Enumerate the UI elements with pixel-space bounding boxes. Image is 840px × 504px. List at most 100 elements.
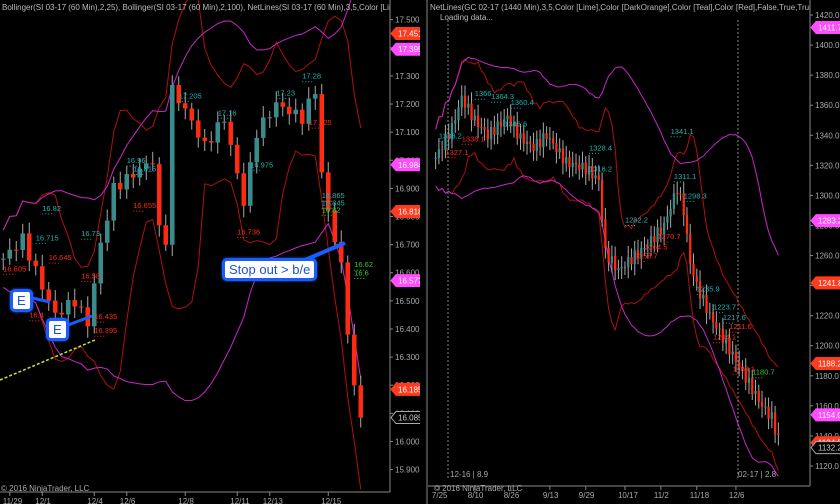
price-marker-label: 1241.8	[818, 279, 840, 288]
netline-level-label: 17.16	[218, 108, 237, 117]
left-copyright: © 2016 NinjaTrader, LLC	[1, 484, 90, 493]
candle-body	[538, 139, 542, 147]
candle-body	[437, 149, 441, 158]
netline-level-label: 1282.2	[625, 215, 648, 224]
netline-level-label: 1338.2	[439, 131, 462, 140]
candle-body	[767, 406, 770, 419]
candle-body	[734, 351, 738, 362]
candle-body	[685, 215, 689, 234]
price-tick-label: 16.000	[395, 437, 420, 446]
price-marker-label: 16.572	[398, 277, 420, 286]
candle-body	[111, 182, 117, 221]
candle-body	[614, 256, 617, 271]
candle-body	[529, 141, 532, 144]
candle-body	[476, 115, 480, 127]
netline-level-label: 1258.7	[635, 252, 658, 261]
candle-body	[558, 148, 561, 153]
netline-level-label: 1217.6	[723, 313, 746, 322]
candle-body	[267, 117, 273, 119]
candle-body	[202, 137, 208, 142]
price-tick-label: 1180.0	[815, 372, 839, 381]
candle-body	[692, 263, 695, 277]
candle-body	[254, 137, 260, 163]
candle-body	[496, 121, 499, 135]
price-tick-label: 1400.0	[815, 41, 840, 50]
candle-body	[486, 129, 490, 140]
time-tick-label: 9/29	[579, 491, 595, 500]
candle-body	[760, 401, 764, 407]
candle-body	[59, 312, 65, 315]
price-marker-label: 16.984	[398, 161, 420, 170]
price-marker-label: 17.451	[398, 29, 420, 38]
stop-out-callout: Stop out > b/e	[222, 258, 318, 281]
netline-level-label: 17.23	[276, 89, 295, 98]
price-marker-label: 17.395	[398, 45, 420, 54]
candle-body	[293, 109, 299, 115]
netline-level-label: 1264.5	[645, 243, 668, 252]
candle-body	[711, 312, 715, 323]
price-marker-label: 1411.7	[818, 24, 840, 33]
netline-level-label: 16.655	[133, 201, 156, 210]
netline-level-label: 1341.1	[671, 127, 694, 136]
candle-body	[705, 294, 708, 314]
time-tick-label: 12/6	[729, 491, 745, 500]
price-tick-label: 17.300	[395, 72, 420, 81]
candle-body	[241, 173, 247, 206]
candle-body	[561, 148, 565, 164]
price-marker-label: 1154.0	[818, 411, 840, 420]
candle-body	[156, 164, 162, 226]
time-tick-label: 9/13	[543, 491, 559, 500]
candle-body	[519, 133, 522, 139]
candle-body	[104, 220, 110, 243]
candle-body	[584, 162, 587, 174]
candle-body	[319, 94, 325, 173]
candle-body	[454, 120, 457, 124]
netline-level-label: 1204.1	[713, 333, 736, 342]
time-tick-label: 10/17	[618, 491, 639, 500]
candle-body	[773, 412, 777, 434]
netline-level-label: 1360.4	[511, 98, 534, 107]
candle-body	[460, 95, 463, 108]
candle-body	[542, 133, 545, 147]
price-tick-label: 1340.0	[815, 131, 840, 140]
left-chart-panel[interactable]: 17.50017.40017.30017.20017.10017.00016.9…	[0, 0, 420, 504]
candle-body	[195, 120, 201, 138]
candle-body	[234, 144, 240, 174]
candle-body	[299, 109, 305, 124]
netline-level-label: 1366	[475, 89, 492, 98]
price-tick-label: 1320.0	[815, 161, 840, 170]
netline-level-label: 1270.7	[658, 232, 681, 241]
candle-body	[565, 157, 568, 164]
left-chart-canvas[interactable]: 17.50017.40017.30017.20017.10017.00016.9…	[0, 0, 420, 504]
candle-body	[764, 406, 767, 408]
candle-body	[457, 107, 460, 121]
price-tick-label: 16.700	[395, 241, 420, 250]
time-tick-label: 12/13	[263, 497, 284, 504]
price-tick-label: 1260.0	[815, 252, 840, 261]
candle-body	[754, 390, 757, 395]
netline-level-label: 17.205	[179, 91, 202, 100]
candle-body	[46, 289, 52, 301]
netline-level-label: 1311.1	[674, 172, 696, 181]
candle-body	[695, 276, 698, 282]
support-trendline	[0, 339, 96, 381]
candle-body	[676, 193, 679, 195]
netline-level-label: 1298.3	[684, 191, 707, 200]
time-tick-label: 11/2	[654, 491, 670, 500]
candle-body	[594, 175, 597, 179]
netline-level-label: 16.73	[81, 229, 100, 238]
right-chart-canvas[interactable]: 1420.0 1400.0 1380.0 1360.0 1340.0 1320.0 1300…	[428, 0, 840, 504]
candle-body	[124, 174, 130, 190]
candle-body	[718, 328, 721, 330]
candle-body	[607, 247, 610, 263]
netline-level-label: 1327.1	[445, 148, 468, 157]
candle-body	[470, 103, 473, 121]
candle-body	[463, 95, 467, 108]
candle-body	[228, 121, 234, 145]
netline-level-label: 16.6	[354, 269, 369, 278]
right-chart-panel[interactable]: 1420.0 1400.0 1380.0 1360.0 1340.0 1320.0 1300…	[426, 0, 840, 504]
candle-body	[473, 115, 476, 121]
price-tick-label: 1220.0	[815, 312, 840, 321]
price-tick-label: 16.500	[395, 297, 420, 306]
candle-body	[578, 164, 581, 170]
